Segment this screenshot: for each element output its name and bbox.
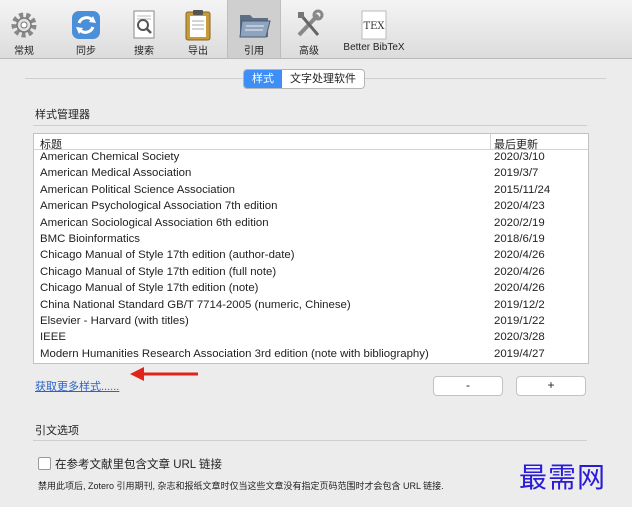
tex-icon: TEX	[361, 10, 387, 40]
style-title-cell: IEEE	[40, 331, 66, 344]
style-title-cell: Chicago Manual of Style 17th edition (au…	[40, 249, 295, 262]
style-title-cell: BMC Bioinformatics	[40, 232, 141, 245]
table-row[interactable]: Chicago Manual of Style 17th edition (no…	[34, 281, 588, 297]
get-more-styles-link[interactable]: 获取更多样式......	[35, 378, 119, 394]
sync-icon	[72, 11, 100, 39]
divider	[33, 440, 587, 441]
style-updated-cell: 2020/4/26	[494, 265, 545, 278]
style-updated-cell: 2020/4/26	[494, 249, 545, 262]
folder-icon	[239, 15, 271, 38]
style-title-cell: Chicago Manual of Style 17th edition (no…	[40, 282, 259, 295]
table-row[interactable]: American Medical Association 2019/3/7	[34, 166, 588, 182]
style-title-cell: American Psychological Association 7th e…	[40, 200, 278, 213]
include-url-label[interactable]: 在参考文献里包含文章 URL 链接	[55, 456, 222, 472]
toolbar-label: 搜索	[134, 46, 154, 57]
watermark-logo: 最需网	[519, 461, 607, 494]
tab-styles[interactable]: 样式	[244, 70, 282, 88]
style-updated-cell: 2020/4/23	[494, 200, 545, 213]
toolbar-label: 同步	[76, 46, 96, 57]
style-updated-cell: 2019/12/2	[494, 298, 545, 311]
table-body: American Chemical Society 2020/3/10 Americ…	[34, 150, 588, 363]
style-updated-cell: 2020/3/10	[494, 151, 545, 163]
toolbar-label: 引用	[244, 46, 264, 57]
toolbar-general[interactable]: 常规	[4, 3, 44, 57]
column-separator	[490, 134, 491, 149]
table-row[interactable]: American Political Science Association 20…	[34, 183, 588, 199]
style-title-cell: Modern Humanities Research Association 3…	[40, 347, 429, 360]
style-title-cell: American Medical Association	[40, 167, 192, 180]
include-url-note: 禁用此项后, Zotero 引用期刊, 杂志和报纸文章时仅当这些文章没有指定页码…	[38, 481, 444, 491]
toolbar-label: 常规	[14, 46, 34, 57]
divider	[33, 125, 587, 126]
table-row[interactable]: American Psychological Association 7th e…	[34, 199, 588, 215]
tex-icon-text: TEX	[363, 21, 385, 32]
table-row[interactable]: China National Standard GB/T 7714-2005 (…	[34, 298, 588, 314]
table-row[interactable]: IEEE 2020/3/28	[34, 330, 588, 346]
table-row[interactable]: American Chemical Society 2020/3/10	[34, 150, 588, 166]
search-icon	[133, 10, 155, 39]
remove-style-button[interactable]: -	[433, 376, 503, 396]
style-updated-cell: 2018/6/19	[494, 232, 545, 245]
citation-options-title: 引文选项	[35, 425, 79, 437]
style-updated-cell: 2019/4/27	[494, 347, 545, 360]
table-row[interactable]: American Sociological Association 6th ed…	[34, 216, 588, 232]
toolbar-advanced[interactable]: 高级	[288, 3, 330, 57]
preferences-toolbar: 常规 同步 搜索 导出 引用 高级 TEX Better BibTeX	[0, 0, 632, 59]
toolbar-sync[interactable]: 同步	[66, 3, 106, 57]
table-row[interactable]: Chicago Manual of Style 17th edition (fu…	[34, 265, 588, 281]
table-row[interactable]: BMC Bioinformatics 2018/6/19	[34, 232, 588, 248]
style-title-cell: American Sociological Association 6th ed…	[40, 216, 269, 229]
style-updated-cell: 2015/11/24	[494, 183, 551, 196]
style-updated-cell: 2019/3/7	[494, 167, 539, 180]
style-title-cell: Chicago Manual of Style 17th edition (fu…	[40, 265, 277, 278]
toolbar-label: 导出	[188, 46, 208, 57]
tools-icon	[297, 9, 324, 37]
style-title-cell: American Political Science Association	[40, 183, 235, 196]
toolbar-better-bibtex[interactable]: TEX Better BibTeX	[336, 3, 412, 56]
red-arrow-annotation	[130, 367, 198, 381]
tab-word-processors[interactable]: 文字处理软件	[282, 70, 364, 88]
style-title-cell: American Chemical Society	[40, 151, 180, 163]
toolbar-search[interactable]: 搜索	[124, 3, 164, 57]
style-updated-cell: 2019/1/22	[494, 314, 545, 327]
toolbar-export[interactable]: 导出	[178, 3, 218, 57]
table-row[interactable]: Modern Humanities Research Association 3…	[34, 347, 588, 363]
include-url-checkbox[interactable]	[38, 457, 51, 470]
style-updated-cell: 2020/4/26	[494, 282, 545, 295]
clipboard-icon	[185, 10, 211, 41]
styles-table[interactable]: 标题 最后更新 American Chemical Society 2020/3/…	[33, 133, 589, 364]
table-row[interactable]: Chicago Manual of Style 17th edition (au…	[34, 248, 588, 264]
toolbar-label: Better BibTeX	[343, 42, 405, 53]
toolbar-cite[interactable]: 引用	[227, 0, 281, 58]
table-header: 标题 最后更新	[34, 134, 588, 151]
toolbar-label: 高级	[299, 46, 319, 57]
gear-icon	[11, 12, 37, 38]
tab-bar: 样式 文字处理软件	[243, 69, 365, 89]
style-updated-cell: 2020/3/28	[494, 331, 545, 344]
style-title-cell: China National Standard GB/T 7714-2005 (…	[40, 298, 351, 311]
add-style-button[interactable]: +	[516, 376, 586, 396]
table-row[interactable]: Elsevier - Harvard (with titles) 2019/1/2…	[34, 314, 588, 330]
style-title-cell: Elsevier - Harvard (with titles)	[40, 314, 189, 327]
style-manager-title: 样式管理器	[35, 109, 90, 121]
style-updated-cell: 2020/2/19	[494, 216, 545, 229]
